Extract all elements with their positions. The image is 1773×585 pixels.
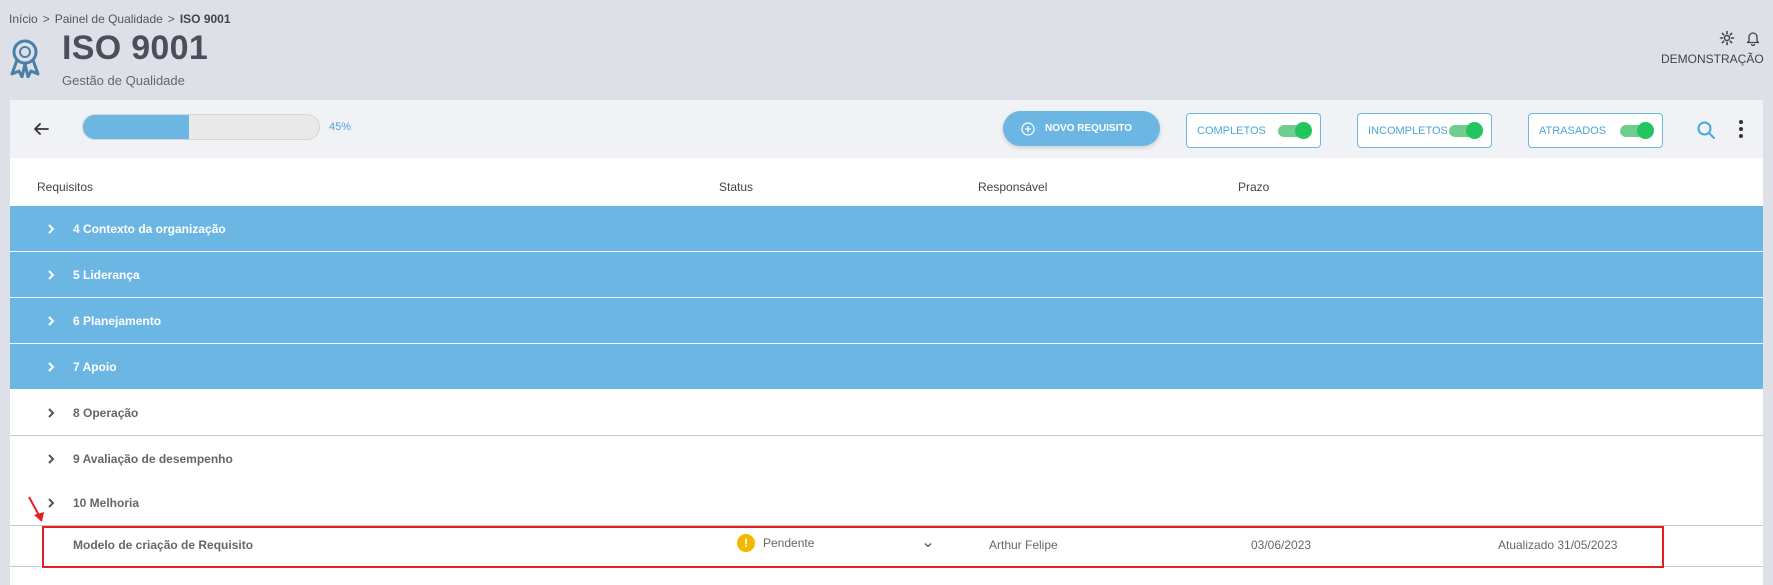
group-label: 6 Planejamento: [73, 313, 162, 328]
breadcrumb: Início > Painel de Qualidade > ISO 9001: [9, 12, 231, 26]
warning-icon: !: [737, 534, 755, 552]
new-requirement-button[interactable]: NOVO REQUISITO: [1003, 111, 1160, 146]
breadcrumb-separator: >: [167, 12, 175, 26]
column-header-prazo[interactable]: Prazo: [1238, 180, 1269, 194]
group-label: 8 Operação: [73, 405, 139, 420]
breadcrumb-quality-panel[interactable]: Painel de Qualidade: [55, 12, 163, 26]
group-label: 9 Avaliação de desempenho: [73, 451, 233, 466]
chevron-right-icon[interactable]: [45, 361, 57, 373]
group-label: 10 Melhoria: [73, 495, 140, 510]
page-subtitle: Gestão de Qualidade: [62, 73, 185, 88]
chevron-right-icon[interactable]: [45, 407, 57, 419]
chevron-right-icon[interactable]: [45, 223, 57, 235]
requirement-row[interactable]: Modelo de criação de Requisito ! Pendent…: [10, 526, 1763, 567]
user-name[interactable]: DEMONSTRAÇÃO: [1661, 52, 1764, 66]
group-row[interactable]: 7 Apoio: [10, 344, 1763, 390]
chevron-right-icon[interactable]: [45, 453, 57, 465]
group-row[interactable]: 5 Liderança: [10, 252, 1763, 298]
more-vertical-icon[interactable]: [1737, 118, 1745, 140]
page-title: ISO 9001: [62, 29, 209, 67]
chevron-right-icon[interactable]: [45, 269, 57, 281]
group-row[interactable]: 6 Planejamento: [10, 298, 1763, 344]
deadline-date: 03/06/2023: [1251, 538, 1312, 552]
main-panel: 45% NOVO REQUISITO COMPLETOS INCOMPLETOS…: [10, 100, 1763, 585]
toolbar: 45% NOVO REQUISITO COMPLETOS INCOMPLETOS…: [10, 100, 1763, 158]
progress-bar: [82, 114, 320, 140]
group-label: 7 Apoio: [73, 359, 117, 374]
column-header-requisitos[interactable]: Requisitos: [37, 180, 93, 194]
group-label: 5 Liderança: [73, 267, 140, 282]
status-select[interactable]: ! Pendente: [737, 534, 814, 552]
column-header-responsavel[interactable]: Responsável: [978, 180, 1047, 194]
filter-label: COMPLETOS: [1197, 124, 1266, 137]
toggle-switch[interactable]: [1449, 121, 1483, 139]
annotation-arrow-icon: [28, 496, 44, 522]
new-requirement-label: NOVO REQUISITO: [1045, 123, 1133, 134]
breadcrumb-current: ISO 9001: [179, 12, 231, 26]
filter-label: INCOMPLETOS: [1368, 124, 1448, 137]
toggle-switch[interactable]: [1278, 121, 1312, 139]
group-row[interactable]: 10 Melhoria: [10, 480, 1763, 526]
column-header-status[interactable]: Status: [719, 180, 753, 194]
toggle-switch[interactable]: [1620, 121, 1654, 139]
progress-label: 45%: [329, 121, 352, 133]
breadcrumb-separator: >: [42, 12, 50, 26]
group-row[interactable]: 4 Contexto da organização: [10, 206, 1763, 252]
status-label: Pendente: [763, 536, 815, 550]
responsible-name: Arthur Felipe: [989, 538, 1058, 552]
chevron-down-icon[interactable]: [923, 540, 933, 550]
back-arrow-icon[interactable]: [30, 118, 52, 140]
user-area: DEMONSTRAÇÃO: [1661, 30, 1764, 66]
filter-atrasados[interactable]: ATRASADOS: [1528, 113, 1663, 148]
breadcrumb-home[interactable]: Início: [9, 12, 38, 26]
group-row[interactable]: 9 Avaliação de desempenho: [10, 436, 1763, 482]
search-icon[interactable]: [1696, 120, 1716, 140]
plus-circle-icon: [1021, 121, 1035, 136]
gear-icon[interactable]: [1719, 30, 1735, 46]
group-label: 4 Contexto da organização: [73, 221, 226, 236]
progress-fill: [83, 115, 190, 139]
filter-completos[interactable]: COMPLETOS: [1186, 113, 1321, 148]
chevron-right-icon[interactable]: [45, 315, 57, 327]
filter-label: ATRASADOS: [1539, 124, 1607, 137]
updated-date: Atualizado 31/05/2023: [1498, 538, 1618, 552]
group-row[interactable]: 8 Operação: [10, 390, 1763, 436]
bell-icon[interactable]: [1745, 30, 1761, 46]
award-icon: [10, 39, 40, 78]
filter-incompletos[interactable]: INCOMPLETOS: [1357, 113, 1492, 148]
requirement-name[interactable]: Modelo de criação de Requisito: [73, 538, 253, 552]
